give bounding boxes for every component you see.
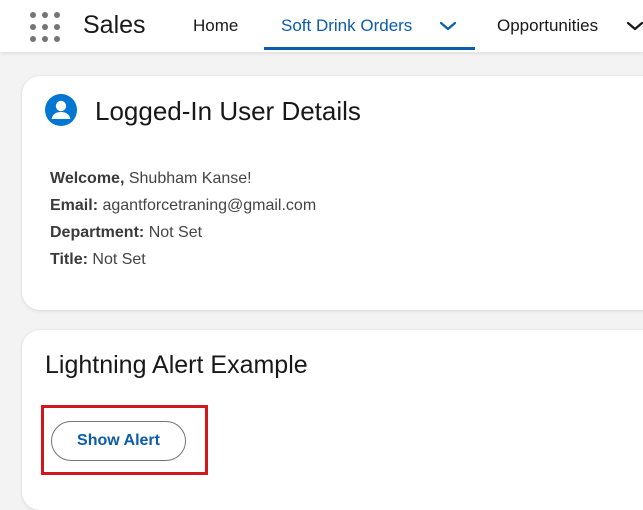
- title-value: Not Set: [92, 251, 146, 268]
- department-label: Department:: [50, 224, 145, 241]
- email-label: Email:: [50, 197, 99, 214]
- email-value: agantforcetraning@gmail.com: [102, 197, 317, 214]
- welcome-value: Shubham Kanse!: [128, 170, 252, 187]
- card-title: Lightning Alert Example: [45, 351, 308, 379]
- welcome-row: Welcome, Shubham Kanse!: [50, 168, 252, 190]
- active-tab-indicator: [264, 47, 475, 50]
- department-value: Not Set: [148, 224, 203, 241]
- email-row: Email: agantforcetraning@gmail.com: [50, 195, 316, 217]
- nav-tab-label: Soft Drink Orders: [281, 16, 413, 35]
- title-row: Title: Not Set: [50, 249, 146, 271]
- welcome-label: Welcome,: [50, 170, 125, 187]
- nav-tab-opportunities[interactable]: Opportunities: [497, 14, 598, 38]
- app-launcher-icon[interactable]: [29, 12, 61, 42]
- lightning-alert-card: Lightning Alert Example Show Alert: [22, 330, 643, 510]
- department-row: Department: Not Set: [50, 222, 202, 244]
- chevron-down-icon[interactable]: [626, 20, 643, 32]
- global-header: Sales Home Soft Drink Orders Opportuniti…: [0, 0, 643, 52]
- app-name: Sales: [83, 11, 146, 39]
- user-details-card: Logged-In User Details Welcome, Shubham …: [22, 76, 643, 310]
- chevron-down-icon[interactable]: [439, 20, 457, 32]
- card-title: Logged-In User Details: [95, 96, 361, 126]
- title-label: Title:: [50, 251, 88, 268]
- nav-tab-soft-drink-orders[interactable]: Soft Drink Orders: [264, 0, 475, 52]
- show-alert-button[interactable]: Show Alert: [51, 421, 186, 461]
- user-avatar-icon: [45, 94, 77, 126]
- nav-tab-home[interactable]: Home: [193, 14, 238, 38]
